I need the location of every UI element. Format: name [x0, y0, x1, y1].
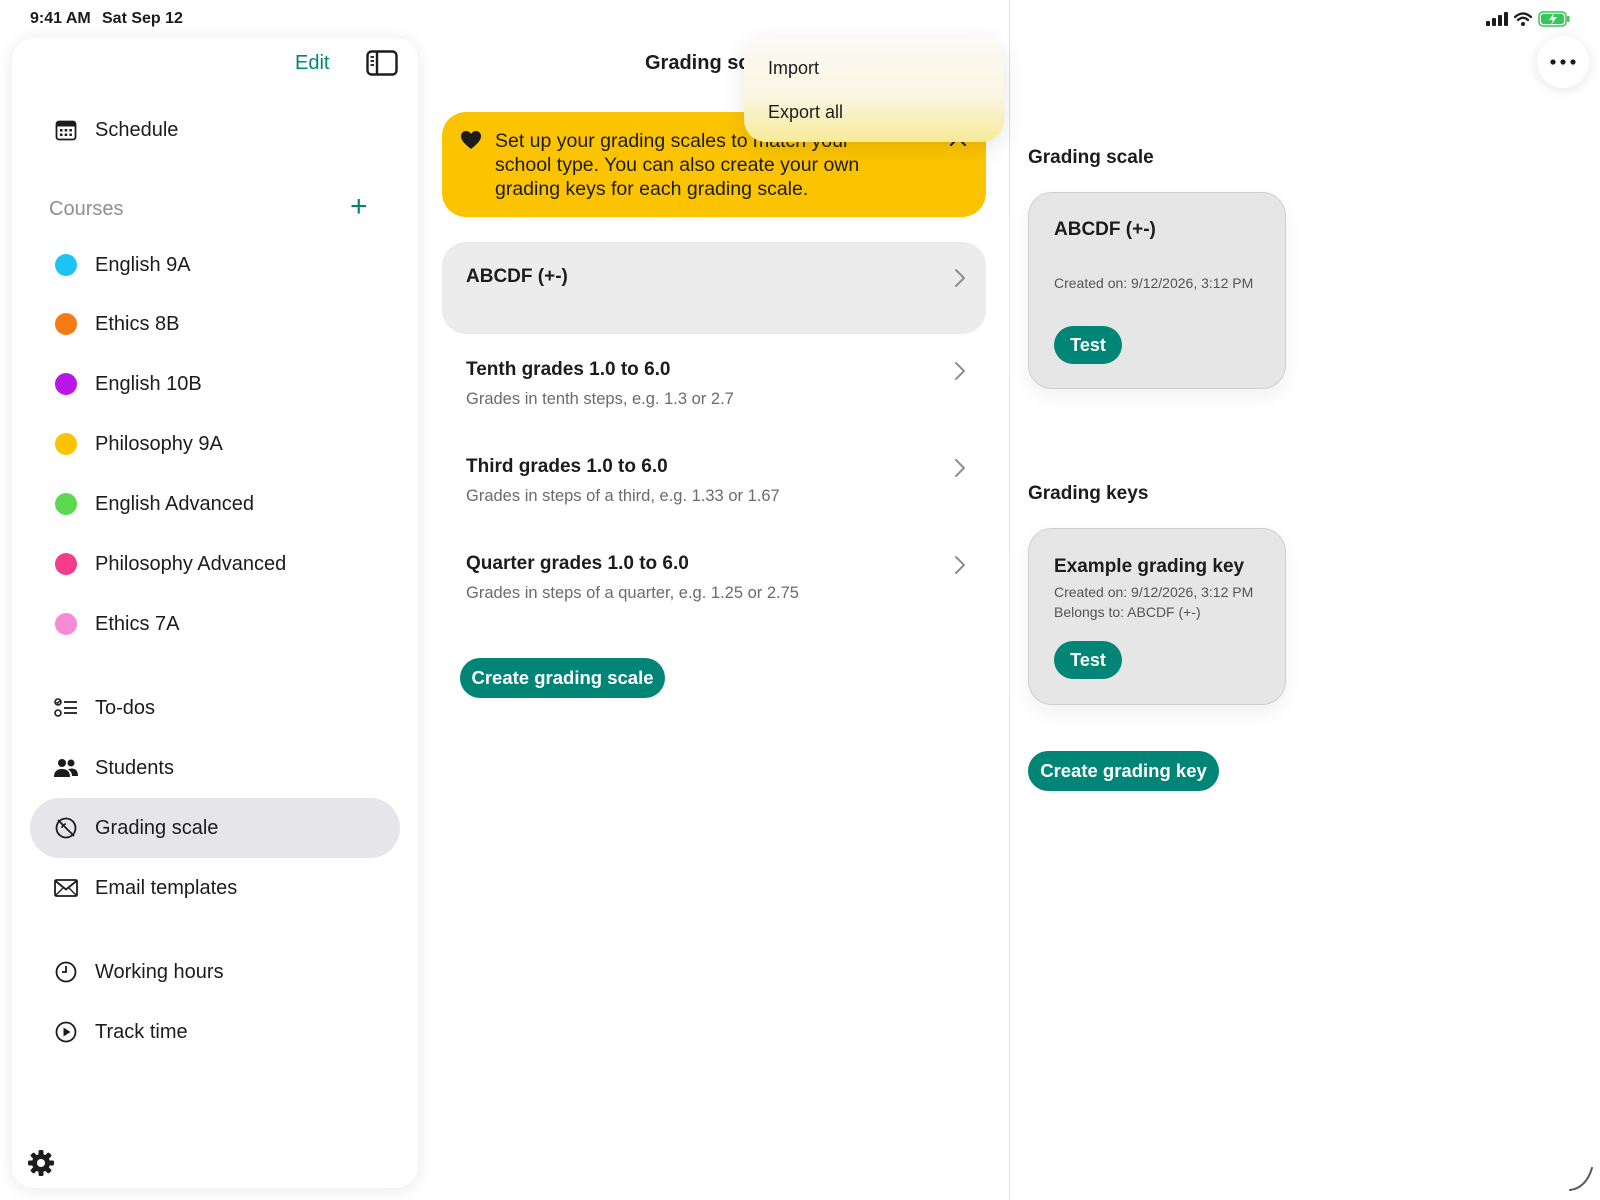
- status-bar: 9:41 AM Sat Sep 12: [0, 0, 1600, 36]
- chevron-right-icon: [955, 362, 965, 380]
- scale-title: Third grades 1.0 to 6.0: [466, 456, 668, 477]
- chevron-right-icon: [955, 556, 965, 574]
- wifi-icon: [1514, 12, 1532, 26]
- grading-scale-row-tenth[interactable]: Tenth grades 1.0 to 6.0 Grades in tenth …: [442, 335, 986, 427]
- sidebar-item-grading-scale[interactable]: Grading scale: [30, 798, 400, 858]
- course-label: English 10B: [95, 372, 202, 395]
- sidebar-course-philosophy-advanced[interactable]: Philosophy Advanced: [30, 534, 400, 594]
- chevron-right-icon: [955, 269, 965, 287]
- course-label: Ethics 7A: [95, 612, 180, 635]
- people-icon: [52, 754, 80, 782]
- scale-subtitle: Grades in tenth steps, e.g. 1.3 or 2.7: [466, 390, 734, 408]
- sidebar-item-label: Schedule: [95, 118, 179, 141]
- create-grading-key-button[interactable]: Create grading key: [1028, 751, 1219, 791]
- course-label: English 9A: [95, 253, 191, 276]
- course-label: English Advanced: [95, 492, 255, 515]
- sidebar-item-label: Students: [95, 756, 174, 779]
- card-created-date: Created on: 9/12/2026, 3:12 PM: [1054, 584, 1254, 600]
- test-button[interactable]: Test: [1054, 641, 1122, 679]
- status-icons: [1486, 11, 1570, 27]
- sidebar-toggle-icon[interactable]: [366, 50, 398, 76]
- grading-scale-row-quarter[interactable]: Quarter grades 1.0 to 6.0 Grades in step…: [442, 529, 986, 621]
- signal-icon: [1486, 12, 1508, 26]
- sidebar-item-label: Grading scale: [95, 816, 219, 839]
- card-belongs-to: Belongs to: ABCDF (+-): [1054, 604, 1201, 620]
- sidebar-course-english-advanced[interactable]: English Advanced: [30, 474, 400, 534]
- grading-key-card[interactable]: Example grading key Created on: 9/12/202…: [1028, 528, 1286, 705]
- course-label: Ethics 8B: [95, 312, 180, 335]
- sidebar-item-todos[interactable]: To-dos: [30, 678, 400, 738]
- course-color-dot: [55, 254, 77, 276]
- sidebar-course-english-10b[interactable]: English 10B: [30, 354, 400, 414]
- sidebar-item-students[interactable]: Students: [30, 738, 400, 798]
- scale-title: Tenth grades 1.0 to 6.0: [466, 359, 671, 380]
- test-button[interactable]: Test: [1054, 326, 1122, 364]
- sidebar-course-philosophy-9a[interactable]: Philosophy 9A: [30, 414, 400, 474]
- grading-scale-row-abcdf[interactable]: ABCDF (+-): [442, 242, 986, 334]
- sidebar-item-track-time[interactable]: Track time: [30, 1002, 400, 1062]
- sidebar: Edit Schedule Courses + English 9A Ethic…: [12, 38, 418, 1188]
- scale-subtitle: Grades in steps of a quarter, e.g. 1.25 …: [466, 584, 799, 602]
- battery-charging-icon: [1538, 11, 1570, 27]
- sidebar-item-label: Track time: [95, 1020, 188, 1043]
- add-course-button[interactable]: +: [350, 192, 368, 222]
- courses-header: Courses: [49, 198, 124, 220]
- page-title: Grading sc: [645, 52, 750, 74]
- ellipsis-icon: [1550, 59, 1576, 65]
- grading-scale-row-third[interactable]: Third grades 1.0 to 6.0 Grades in steps …: [442, 432, 986, 524]
- sidebar-item-schedule[interactable]: Schedule: [30, 100, 400, 160]
- more-options-button[interactable]: [1537, 36, 1589, 88]
- edit-button[interactable]: Edit: [295, 52, 329, 75]
- create-grading-scale-button[interactable]: Create grading scale: [460, 658, 665, 698]
- course-color-dot: [55, 373, 77, 395]
- scale-title: Quarter grades 1.0 to 6.0: [466, 553, 689, 574]
- grading-scale-section-title: Grading scale: [1028, 147, 1154, 168]
- sidebar-item-email-templates[interactable]: Email templates: [30, 858, 400, 918]
- grading-keys-section-title: Grading keys: [1028, 483, 1149, 504]
- status-date: Sat Sep 12: [102, 10, 183, 27]
- chevron-right-icon: [955, 459, 965, 477]
- course-color-dot: [55, 313, 77, 335]
- sidebar-item-working-hours[interactable]: Working hours: [30, 942, 400, 1002]
- sidebar-course-english-9a[interactable]: English 9A: [30, 235, 400, 295]
- heart-icon: [461, 131, 481, 149]
- more-menu: Import Export all: [744, 38, 1004, 142]
- course-color-dot: [55, 613, 77, 635]
- card-title: ABCDF (+-): [1054, 219, 1156, 240]
- sidebar-item-label: Working hours: [95, 960, 224, 983]
- sidebar-course-ethics-7a[interactable]: Ethics 7A: [30, 594, 400, 654]
- scale-title: ABCDF (+-): [466, 266, 568, 287]
- course-label: Philosophy Advanced: [95, 552, 287, 575]
- scale-subtitle: Grades in steps of a third, e.g. 1.33 or…: [466, 487, 780, 505]
- grading-scale-icon: [52, 814, 80, 842]
- grading-scale-card[interactable]: ABCDF (+-) Created on: 9/12/2026, 3:12 P…: [1028, 192, 1286, 389]
- settings-gear-icon[interactable]: [26, 1148, 56, 1178]
- card-title: Example grading key: [1054, 556, 1245, 577]
- clock-icon: [52, 958, 80, 986]
- status-time: 9:41 AM: [30, 10, 91, 27]
- sidebar-course-ethics-8b[interactable]: Ethics 8B: [30, 294, 400, 354]
- menu-item-export-all[interactable]: Export all: [768, 102, 843, 123]
- envelope-icon: [52, 874, 80, 902]
- sidebar-item-label: Email templates: [95, 876, 238, 899]
- resize-handle-icon: [1569, 1167, 1593, 1191]
- course-color-dot: [55, 493, 77, 515]
- card-created-date: Created on: 9/12/2026, 3:12 PM: [1054, 275, 1254, 291]
- course-label: Philosophy 9A: [95, 432, 223, 455]
- course-color-dot: [55, 433, 77, 455]
- todo-list-icon: [52, 694, 80, 722]
- play-circle-icon: [52, 1018, 80, 1046]
- calendar-icon: [52, 116, 80, 144]
- pane-divider: [1009, 0, 1010, 1200]
- course-color-dot: [55, 553, 77, 575]
- menu-item-import[interactable]: Import: [768, 58, 819, 79]
- sidebar-item-label: To-dos: [95, 696, 156, 719]
